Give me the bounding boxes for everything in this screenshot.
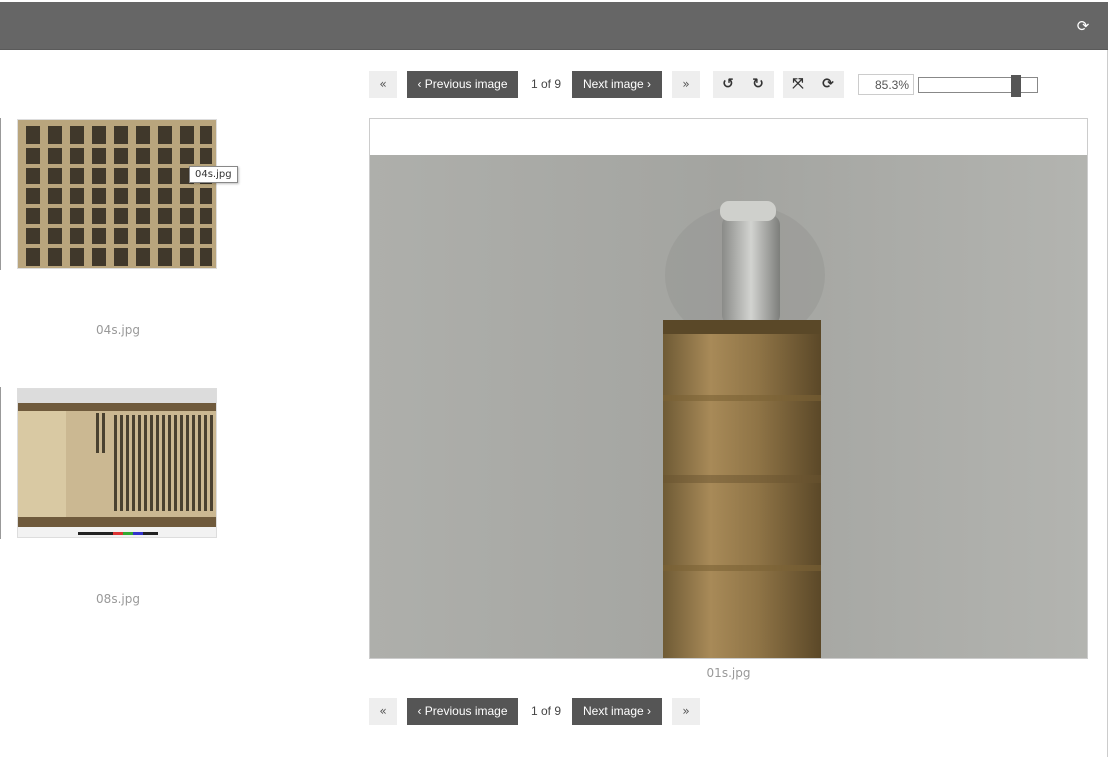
zoom-slider-handle[interactable] xyxy=(1011,75,1021,97)
bottom-toolbar: « ‹ Previous image 1 of 9 Next image › » xyxy=(369,698,709,726)
thumbnail-label: 04s.jpg xyxy=(96,323,140,337)
previous-image-button[interactable]: ‹ Previous image xyxy=(407,698,518,725)
image-counter: 1 of 9 xyxy=(531,77,562,91)
first-image-button[interactable]: « xyxy=(369,698,397,725)
reset-icon[interactable]: ⟳ xyxy=(813,71,843,98)
zoom-input[interactable] xyxy=(858,74,914,95)
image-viewer[interactable] xyxy=(369,118,1088,659)
thumbnail-item: 08s.jpg xyxy=(0,387,230,617)
top-toolbar: « ‹ Previous image 1 of 9 Next image › »… xyxy=(369,71,1089,99)
fit-screen-icon[interactable]: ⤧ xyxy=(783,71,813,98)
rotate-left-icon[interactable]: ↺ xyxy=(713,71,743,98)
first-image-button[interactable]: « xyxy=(369,71,397,98)
thumbnail-tooltip: 04s.jpg xyxy=(189,166,238,183)
rotate-right-icon[interactable]: ↻ xyxy=(743,71,773,98)
previous-image-button[interactable]: ‹ Previous image xyxy=(407,71,518,98)
thumbnail-item: 04s.jpg xyxy=(0,118,230,348)
refresh-icon[interactable]: ⟳ xyxy=(1075,18,1091,34)
scripture-text-image xyxy=(18,120,216,268)
scrollbar-edge xyxy=(1107,50,1108,757)
image-counter: 1 of 9 xyxy=(531,704,562,718)
top-bar: ⟳ xyxy=(0,2,1108,50)
thumbnail-label: 08s.jpg xyxy=(96,592,140,606)
selection-marker xyxy=(0,387,1,539)
selection-marker xyxy=(0,118,1,270)
zoom-slider[interactable] xyxy=(918,75,1038,97)
thumbnail-image-08s[interactable] xyxy=(17,388,217,538)
scroll-overview-image xyxy=(18,389,216,537)
scroll-roller-image xyxy=(370,155,1087,658)
next-image-button[interactable]: Next image › xyxy=(572,698,662,725)
next-image-button[interactable]: Next image › xyxy=(572,71,662,98)
last-image-button[interactable]: » xyxy=(672,71,700,98)
thumbnail-image-04s[interactable] xyxy=(17,119,217,269)
image-caption: 01s.jpg xyxy=(706,666,751,680)
view-group: ⤧ ⟳ xyxy=(783,71,844,98)
main-photo[interactable] xyxy=(370,155,1087,658)
rotate-group: ↺ ↻ xyxy=(713,71,774,98)
last-image-button[interactable]: » xyxy=(672,698,700,725)
